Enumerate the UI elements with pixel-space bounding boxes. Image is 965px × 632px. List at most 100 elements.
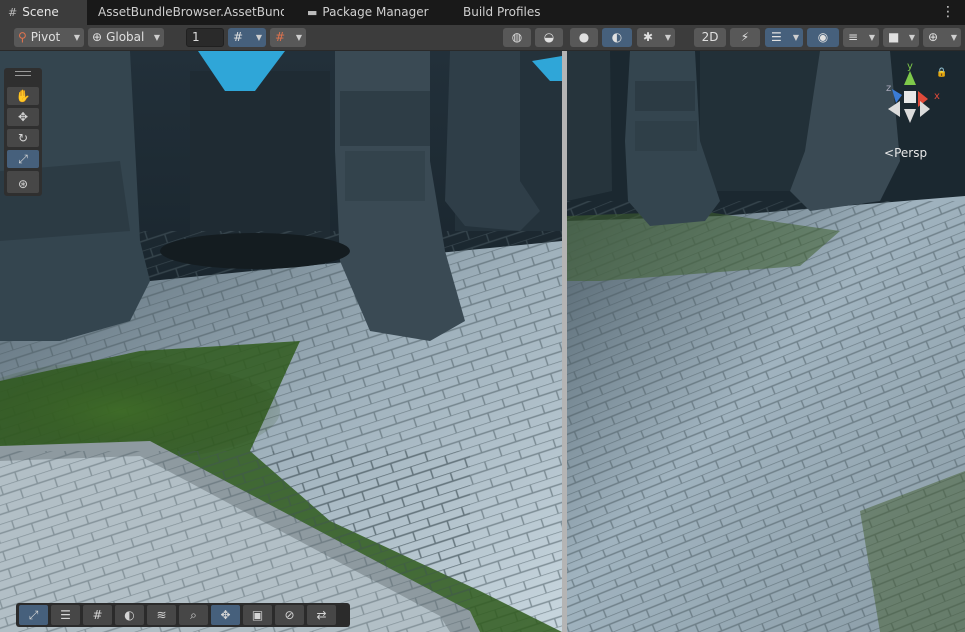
- grid-snap-field[interactable]: 1: [186, 28, 224, 47]
- scene-render: [0, 51, 965, 632]
- shaded-button[interactable]: ◐: [602, 28, 632, 47]
- pivot-dropdown[interactable]: ⚲ Pivot ▼: [14, 28, 84, 47]
- shaded-sphere-icon: ◐: [611, 30, 623, 44]
- shuffle-overlay-button[interactable]: ⇄: [307, 605, 336, 625]
- layers-overlay-button[interactable]: ≋: [147, 605, 176, 625]
- pivot-icon: ⚲: [18, 30, 27, 44]
- orientation-overlay-button[interactable]: ⊘: [275, 605, 304, 625]
- left-scene-view: [0, 51, 562, 632]
- toolbar-settings-button[interactable]: ☰: [51, 605, 80, 625]
- unlit-sphere-icon: ●: [578, 30, 590, 44]
- grid-icon: #: [233, 30, 244, 44]
- projection-toggle[interactable]: <Persp: [884, 146, 927, 160]
- effects-layers-icon: ☰: [771, 30, 782, 44]
- chevron-down-icon: ▼: [950, 33, 957, 42]
- grid-visibility-button[interactable]: # ▼: [228, 28, 266, 47]
- chevron-down-icon: ▼: [868, 33, 875, 42]
- wireframe-button[interactable]: ◍: [503, 28, 531, 47]
- scene-grid-icon: #: [8, 6, 18, 19]
- split-view-divider[interactable]: [562, 51, 567, 632]
- camera-icon: ■: [888, 30, 900, 44]
- gizmos-dropdown[interactable]: ⊕ ▼: [923, 28, 961, 47]
- drag-handle-icon[interactable]: [15, 71, 31, 76]
- globe-icon: ⊕: [92, 30, 103, 44]
- tab-asset-bundle-browser[interactable]: AssetBundleBrowser.AssetBundl: [98, 0, 284, 25]
- scene-toolbar: ⚲ Pivot ▼ ⊕ Global ▼ 1 # ▼ # ▼ ◍ ◒ ● ◐ ✱ ▼ 2D ⚡…: [0, 25, 965, 51]
- gizmos-globe-icon: ⊕: [928, 30, 939, 44]
- shuffle-icon: ⇄: [316, 608, 327, 622]
- shaded-wireframe-button[interactable]: ◒: [535, 28, 563, 47]
- gizmo-neg-z-cone[interactable]: [920, 101, 930, 117]
- move-tool-button[interactable]: ✥: [7, 108, 39, 126]
- gizmo-y-cone[interactable]: [904, 71, 916, 85]
- tab-build-profiles[interactable]: Build Profiles: [463, 0, 553, 25]
- layers-dropdown[interactable]: ≡ ▼: [843, 28, 879, 47]
- grid-overlay-button[interactable]: #: [83, 605, 112, 625]
- camera-overlay-button[interactable]: ▣: [243, 605, 272, 625]
- stack-icon: ≋: [156, 608, 167, 622]
- tab-bar: # Scene AssetBundleBrowser.AssetBundl ▬ Pa…: [0, 0, 965, 25]
- orientation-gizmo[interactable]: y x z 🔒: [878, 61, 948, 141]
- lighting-toggle-button[interactable]: ⚡: [730, 28, 760, 47]
- effects-toggle-button[interactable]: ☰ ▼: [765, 28, 803, 47]
- perspective-icon: <: [884, 146, 895, 160]
- package-icon: ▬: [307, 6, 318, 19]
- navigation-overlay-button[interactable]: ✥: [211, 605, 240, 625]
- compass-icon: ⊘: [284, 608, 295, 622]
- chevron-down-icon: ▼: [73, 33, 80, 42]
- gizmo-x-label: x: [934, 91, 940, 102]
- rotate-tool-button[interactable]: ↻: [7, 129, 39, 147]
- chevron-down-icon: ▼: [153, 33, 160, 42]
- transform-globe-icon: ⊛: [17, 177, 29, 191]
- hand-icon: ✋: [15, 89, 31, 103]
- global-label: Global: [106, 30, 145, 44]
- move-arrows-icon: ✥: [220, 608, 231, 622]
- scene-visibility-button[interactable]: ◉: [807, 28, 839, 47]
- transform-tool-button[interactable]: ⊛: [7, 175, 39, 193]
- overlay-toolbar: ⤢ ☰ # ◐ ≋ ⌕ ✥ ▣ ⊘ ⇄: [16, 603, 350, 627]
- move-arrows-icon: ✥: [17, 110, 29, 124]
- 2d-icon: 2D: [701, 30, 719, 44]
- fullscreen-overlay-button[interactable]: ⤢: [19, 605, 48, 625]
- scale-tool-button[interactable]: ⤢: [7, 150, 39, 168]
- tab-label: Build Profiles: [463, 5, 541, 19]
- snap-settings-button[interactable]: # ▼: [270, 28, 306, 47]
- gizmo-neg-x-cone[interactable]: [888, 101, 900, 117]
- projection-label: Persp: [894, 146, 928, 160]
- global-dropdown[interactable]: ⊕ Global ▼: [88, 28, 164, 47]
- pivot-label: Pivot: [30, 30, 61, 44]
- camera-settings-dropdown[interactable]: ■ ▼: [883, 28, 919, 47]
- tab-scene[interactable]: # Scene: [0, 0, 87, 25]
- search-overlay-button[interactable]: ⌕: [179, 605, 208, 625]
- gizmo-y-label: y: [907, 61, 913, 72]
- debug-draw-mode-button[interactable]: ✱ ▼: [637, 28, 675, 47]
- chevron-down-icon: ▼: [664, 33, 671, 42]
- draw-mode-overlay-button[interactable]: ◐: [115, 605, 144, 625]
- sliders-icon: ☰: [60, 608, 71, 622]
- grid-lines-icon: #: [92, 608, 103, 622]
- chevron-down-icon: ▼: [792, 33, 799, 42]
- tab-label: Package Manager: [322, 5, 429, 19]
- tab-package-manager[interactable]: ▬ Package Manager: [307, 0, 437, 25]
- 2d-toggle-button[interactable]: 2D: [694, 28, 726, 47]
- shaded-wireframe-icon: ◒: [543, 30, 555, 44]
- chevron-down-icon: ▼: [908, 33, 915, 42]
- hand-tool-button[interactable]: ✋: [7, 87, 39, 105]
- more-options-icon[interactable]: ⋮: [941, 4, 955, 20]
- tab-label: Scene: [22, 5, 59, 19]
- bug-icon: ✱: [643, 30, 654, 44]
- rotate-icon: ↻: [17, 131, 29, 145]
- chevron-down-icon: ▼: [255, 33, 262, 42]
- wireframe-sphere-icon: ◍: [511, 30, 523, 44]
- gizmo-z-label: z: [886, 83, 891, 94]
- unlit-button[interactable]: ●: [570, 28, 598, 47]
- eye-icon: ◉: [817, 30, 829, 44]
- gizmo-center-cube[interactable]: [904, 91, 916, 103]
- search-icon: ⌕: [190, 608, 197, 622]
- lock-icon[interactable]: 🔒: [936, 67, 947, 78]
- gizmo-neg-y-cone[interactable]: [904, 109, 916, 123]
- camera-preview-icon: ▣: [251, 608, 264, 622]
- scene-viewport[interactable]: ✋ ✥ ↻ ⤢ ▢ ⊛ y x z 🔒 <Persp ⤢ ☰ # ◐ ≋ ⌕: [0, 51, 965, 632]
- gizmo-z-cone[interactable]: [892, 89, 902, 103]
- layers-icon: ≡: [848, 30, 859, 44]
